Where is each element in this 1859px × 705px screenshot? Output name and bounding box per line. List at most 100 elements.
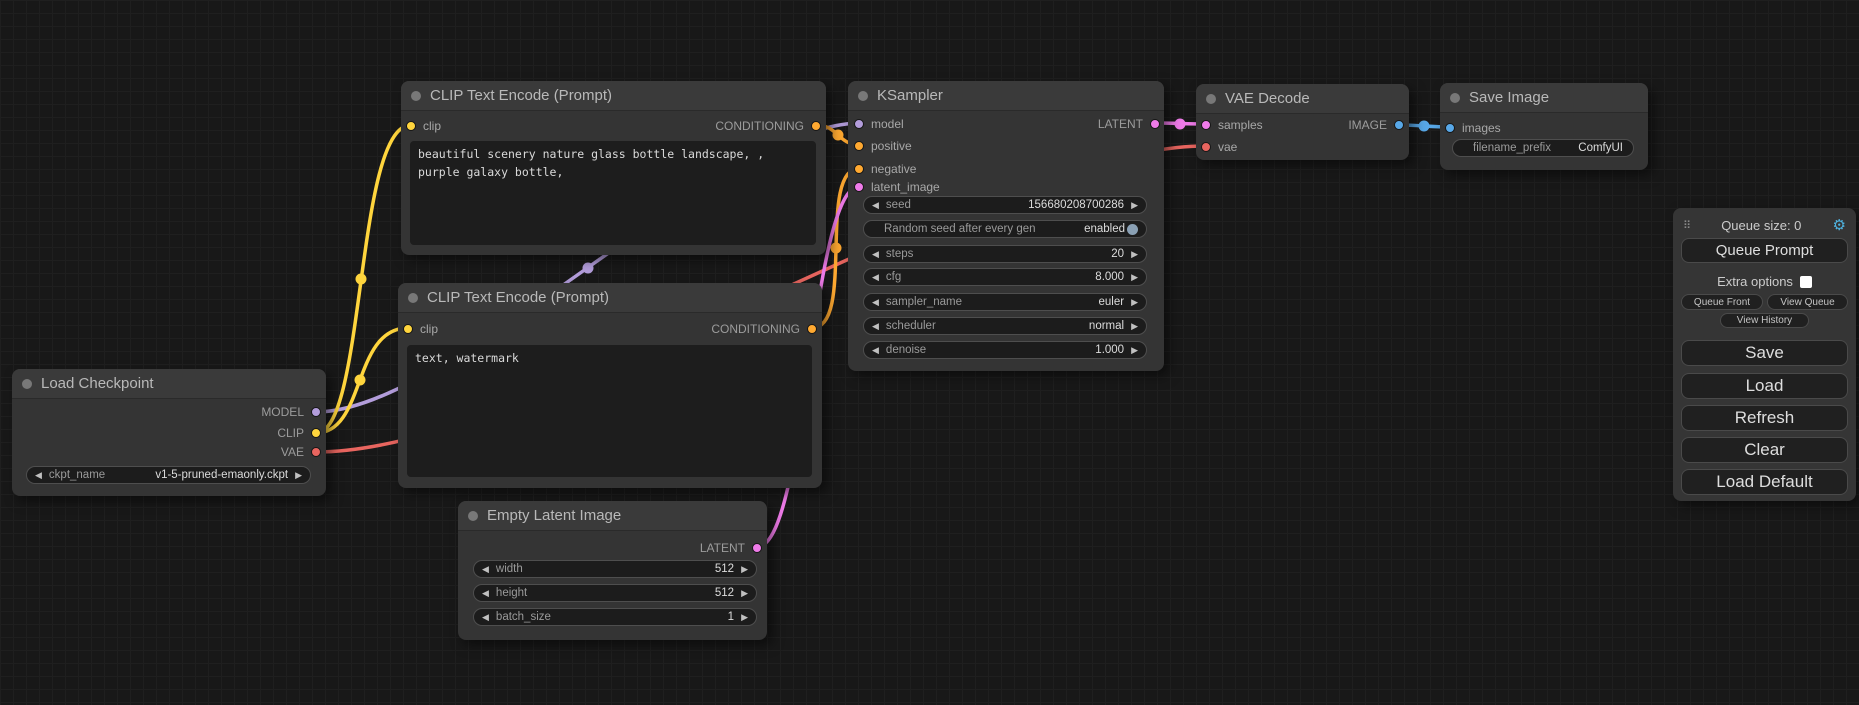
node-save-image[interactable]: Save Image images filename_prefix ComfyU… xyxy=(1440,83,1648,170)
node-empty-latent-image[interactable]: Empty Latent Image LATENT width 512 heig… xyxy=(458,501,767,640)
ckpt-name-widget[interactable]: ckpt_name v1-5-pruned-emaonly.ckpt xyxy=(26,466,311,484)
node-title-bar[interactable]: Save Image xyxy=(1440,83,1648,113)
input-samples[interactable]: samples xyxy=(1201,118,1263,132)
input-clip[interactable]: clip xyxy=(406,119,441,133)
random-seed-toggle-widget[interactable]: Random seed after every gen enabled xyxy=(863,220,1147,238)
latent-port-icon[interactable] xyxy=(1150,119,1160,129)
input-model[interactable]: model xyxy=(854,117,904,131)
conditioning-port-icon[interactable] xyxy=(854,141,864,151)
conditioning-port-icon[interactable] xyxy=(854,164,864,174)
save-button[interactable]: Save xyxy=(1681,340,1848,366)
latent-port-icon[interactable] xyxy=(854,182,864,192)
decrement-arrow-icon[interactable] xyxy=(872,201,879,210)
increment-arrow-icon[interactable] xyxy=(1131,201,1138,210)
negative-prompt-textarea[interactable]: text, watermark xyxy=(407,345,812,477)
input-vae[interactable]: vae xyxy=(1201,140,1237,154)
increment-arrow-icon[interactable] xyxy=(1131,250,1138,259)
decrement-arrow-icon[interactable] xyxy=(872,346,879,355)
clip-port-icon[interactable] xyxy=(406,121,416,131)
input-negative[interactable]: negative xyxy=(854,162,916,176)
node-load-checkpoint[interactable]: Load Checkpoint MODEL CLIP VAE ckpt_name… xyxy=(12,369,326,496)
toggle-on-icon[interactable] xyxy=(1127,224,1138,235)
node-title-bar[interactable]: KSampler xyxy=(848,81,1164,111)
node-title-bar[interactable]: CLIP Text Encode (Prompt) xyxy=(398,283,822,313)
output-latent[interactable]: LATENT xyxy=(1098,117,1160,131)
extra-options-checkbox[interactable] xyxy=(1800,276,1812,288)
increment-arrow-icon[interactable] xyxy=(1131,322,1138,331)
decrement-arrow-icon[interactable] xyxy=(872,273,879,282)
collapse-dot-icon[interactable] xyxy=(411,91,421,101)
node-ksampler[interactable]: KSampler model positive negative latent_… xyxy=(848,81,1164,371)
drag-handle-icon[interactable]: ⠿ xyxy=(1683,219,1690,232)
node-vae-decode[interactable]: VAE Decode samples vae IMAGE xyxy=(1196,84,1409,160)
node-title-bar[interactable]: CLIP Text Encode (Prompt) xyxy=(401,81,826,111)
increment-arrow-icon[interactable] xyxy=(1131,346,1138,355)
image-port-icon[interactable] xyxy=(1445,123,1455,133)
collapse-dot-icon[interactable] xyxy=(1206,94,1216,104)
link-dot[interactable] xyxy=(1175,119,1186,130)
vae-port-icon[interactable] xyxy=(1201,142,1211,152)
increment-arrow-icon[interactable] xyxy=(1131,298,1138,307)
denoise-widget[interactable]: denoise 1.000 xyxy=(863,341,1147,359)
input-images[interactable]: images xyxy=(1445,121,1501,135)
node-clip-text-encode-positive[interactable]: CLIP Text Encode (Prompt) clip CONDITION… xyxy=(401,81,826,255)
node-clip-text-encode-negative[interactable]: CLIP Text Encode (Prompt) clip CONDITION… xyxy=(398,283,822,488)
link-dot[interactable] xyxy=(1419,121,1430,132)
clear-button[interactable]: Clear xyxy=(1681,437,1848,463)
link-dot[interactable] xyxy=(355,375,366,386)
queue-front-button[interactable]: Queue Front xyxy=(1681,294,1763,310)
input-positive[interactable]: positive xyxy=(854,139,912,153)
settings-gear-icon[interactable]: ⚙ xyxy=(1833,216,1846,234)
decrement-arrow-icon[interactable] xyxy=(35,471,42,480)
load-default-button[interactable]: Load Default xyxy=(1681,469,1848,495)
output-conditioning[interactable]: CONDITIONING xyxy=(715,119,821,133)
output-image[interactable]: IMAGE xyxy=(1348,118,1404,132)
increment-arrow-icon[interactable] xyxy=(741,565,748,574)
clip-port-icon[interactable] xyxy=(403,324,413,334)
decrement-arrow-icon[interactable] xyxy=(872,322,879,331)
vae-port-icon[interactable] xyxy=(311,447,321,457)
conditioning-port-icon[interactable] xyxy=(807,324,817,334)
output-conditioning[interactable]: CONDITIONING xyxy=(711,322,817,336)
height-widget[interactable]: height 512 xyxy=(473,584,757,602)
increment-arrow-icon[interactable] xyxy=(1131,273,1138,282)
decrement-arrow-icon[interactable] xyxy=(482,565,489,574)
input-latent-image[interactable]: latent_image xyxy=(854,180,940,194)
node-title-bar[interactable]: Load Checkpoint xyxy=(12,369,326,399)
filename-prefix-widget[interactable]: filename_prefix ComfyUI xyxy=(1452,139,1634,157)
collapse-dot-icon[interactable] xyxy=(22,379,32,389)
refresh-button[interactable]: Refresh xyxy=(1681,405,1848,431)
output-latent[interactable]: LATENT xyxy=(700,541,762,555)
link-dot[interactable] xyxy=(356,274,367,285)
increment-arrow-icon[interactable] xyxy=(741,589,748,598)
scheduler-widget[interactable]: scheduler normal xyxy=(863,317,1147,335)
collapse-dot-icon[interactable] xyxy=(858,91,868,101)
positive-prompt-textarea[interactable]: beautiful scenery nature glass bottle la… xyxy=(410,141,816,245)
batch-size-widget[interactable]: batch_size 1 xyxy=(473,608,757,626)
collapse-dot-icon[interactable] xyxy=(468,511,478,521)
image-port-icon[interactable] xyxy=(1394,120,1404,130)
seed-widget[interactable]: seed 156680208700286 xyxy=(863,196,1147,214)
decrement-arrow-icon[interactable] xyxy=(482,613,489,622)
latent-port-icon[interactable] xyxy=(1201,120,1211,130)
node-title-bar[interactable]: Empty Latent Image xyxy=(458,501,767,531)
clip-port-icon[interactable] xyxy=(311,428,321,438)
sampler-name-widget[interactable]: sampler_name euler xyxy=(863,293,1147,311)
conditioning-port-icon[interactable] xyxy=(811,121,821,131)
link-dot[interactable] xyxy=(833,130,844,141)
steps-widget[interactable]: steps 20 xyxy=(863,245,1147,263)
decrement-arrow-icon[interactable] xyxy=(872,250,879,259)
link-dot[interactable] xyxy=(583,263,594,274)
width-widget[interactable]: width 512 xyxy=(473,560,757,578)
load-button[interactable]: Load xyxy=(1681,373,1848,399)
latent-port-icon[interactable] xyxy=(752,543,762,553)
node-graph-canvas[interactable]: Load Checkpoint MODEL CLIP VAE ckpt_name… xyxy=(0,0,1859,705)
decrement-arrow-icon[interactable] xyxy=(482,589,489,598)
collapse-dot-icon[interactable] xyxy=(408,293,418,303)
link-dot[interactable] xyxy=(831,243,842,254)
increment-arrow-icon[interactable] xyxy=(741,613,748,622)
output-clip[interactable]: CLIP xyxy=(277,426,321,440)
queue-prompt-button[interactable]: Queue Prompt xyxy=(1681,238,1848,263)
model-port-icon[interactable] xyxy=(854,119,864,129)
increment-arrow-icon[interactable] xyxy=(295,471,302,480)
